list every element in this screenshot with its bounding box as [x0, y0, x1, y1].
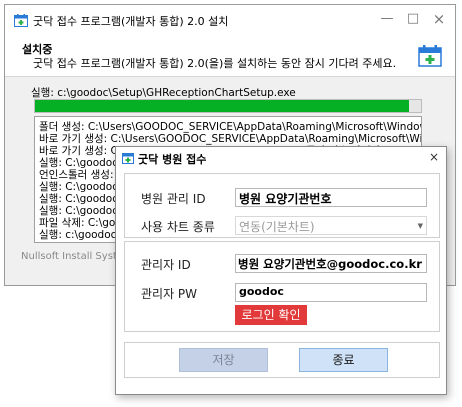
goodoc-login-dialog: 굿닥 병원 접수 × 병원 관리 ID 병원 요양기관번호 사용 차트 종류 연… [115, 146, 447, 395]
install-progress-fill [35, 100, 410, 112]
login-check-button[interactable]: 로그인 확인 [235, 305, 307, 325]
admin-id-field[interactable]: 병원 요양기관번호@goodoc.co.kr [235, 254, 427, 273]
admin-pw-field[interactable]: goodoc [235, 283, 427, 302]
hospital-id-field[interactable]: 병원 요양기관번호 [235, 188, 427, 207]
current-exec-line: 실행: c:\goodoc\Setup\GHReceptionChartSetu… [31, 87, 296, 99]
dialog-title-bar: 굿닥 병원 접수 × [116, 147, 446, 169]
installer-header: 설치중 굿닥 접수 프로그램(개발자 통합) 2.0(을)를 설치하는 동안 잠… [5, 35, 455, 77]
save-button[interactable]: 저장 [179, 348, 268, 372]
installer-app-icon [14, 14, 28, 27]
action-group [124, 342, 440, 378]
dialog-title: 굿닥 병원 접수 [138, 153, 207, 166]
chart-type-value: 연동(기본차트) [239, 220, 315, 234]
hospital-id-label: 병원 관리 ID [141, 192, 206, 206]
maximize-icon[interactable]: □ [405, 11, 421, 27]
admin-pw-label: 관리자 PW [141, 287, 198, 301]
calendar-plus-icon [418, 45, 442, 67]
installer-title-bar: 굿닥 접수 프로그램(개발자 통합) 2.0 설치 — □ × [5, 5, 455, 35]
chevron-down-icon: ▼ [417, 222, 423, 230]
close-icon[interactable]: × [431, 11, 447, 27]
dialog-app-icon [122, 153, 134, 164]
header-subtitle: 굿닥 접수 프로그램(개발자 통합) 2.0(을)를 설치하는 동안 잠시 기다… [33, 57, 397, 70]
install-progress-bar [34, 99, 422, 113]
installer-title: 굿닥 접수 프로그램(개발자 통합) 2.0 설치 [33, 15, 229, 28]
exit-button[interactable]: 종료 [299, 348, 388, 372]
minimize-icon[interactable]: — [379, 11, 395, 27]
chart-type-select[interactable]: 연동(기본차트) ▼ [235, 216, 427, 235]
admin-id-label: 관리자 ID [141, 258, 191, 272]
dialog-close-icon[interactable]: × [427, 150, 441, 164]
hospital-group: 병원 관리 ID 병원 요양기관번호 사용 차트 종류 연동(기본차트) ▼ [124, 173, 440, 238]
chart-type-label: 사용 차트 종류 [141, 220, 215, 234]
log-line: 실행: c:\goodoc\ [39, 229, 120, 241]
